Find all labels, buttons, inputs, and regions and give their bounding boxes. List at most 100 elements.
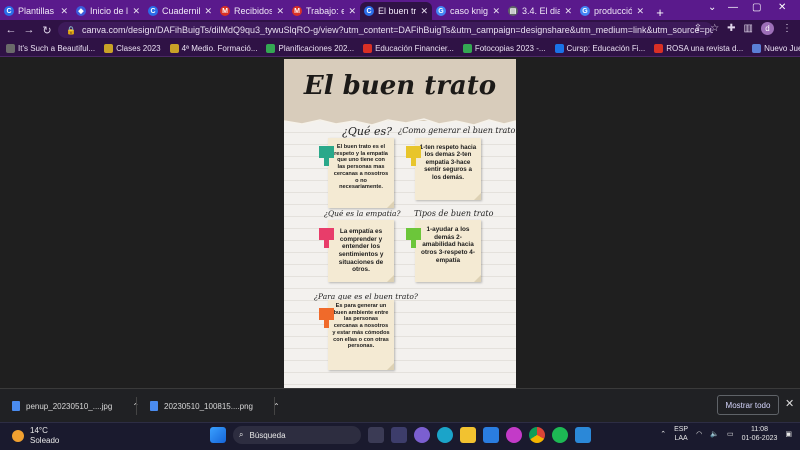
bookmark-item[interactable]: Planificaciones 202...: [266, 43, 354, 53]
bookmark-item[interactable]: It's Such a Beautiful...: [6, 43, 95, 53]
spotify-icon[interactable]: [552, 427, 568, 443]
bookmark-item[interactable]: Cursp: Educación Fi...: [554, 43, 645, 53]
note-text: La empatía es comprender y entender los …: [338, 228, 384, 274]
folder-icon: [169, 43, 179, 53]
show-all-button[interactable]: Mostrar todo: [717, 395, 779, 415]
canva-icon: C: [148, 6, 158, 16]
tab-el-buen-trato[interactable]: C El buen tra✕: [360, 2, 432, 20]
search-label: Búsqueda: [249, 430, 286, 440]
tab-el-diario[interactable]: ▤ 3.4. El diar✕: [504, 2, 576, 20]
canva-icon: C: [4, 6, 14, 16]
close-icon[interactable]: ✕: [564, 6, 572, 17]
weather-widget[interactable]: 14°C Soleado: [12, 426, 59, 447]
close-icon[interactable]: ✕: [276, 6, 284, 17]
extensions-icon[interactable]: ✚: [727, 23, 735, 34]
google-icon: G: [580, 6, 590, 16]
tab-caso-knight[interactable]: Gcaso knigh✕: [432, 2, 504, 20]
tab-trabajo[interactable]: M Trabajo: el ✕: [288, 2, 360, 20]
image-file-icon: [12, 401, 20, 411]
bookmarks-bar: It's Such a Beautiful... Clases 2023 4ª …: [0, 40, 800, 57]
tab-inicio[interactable]: ◆ Inicio de l...✕: [72, 2, 144, 20]
tab-cuadernillo[interactable]: C Cuadernill...✕: [144, 2, 216, 20]
sidepanel-icon[interactable]: ▥: [744, 23, 753, 34]
document-icon: ▤: [508, 6, 518, 16]
mail-icon[interactable]: [483, 427, 499, 443]
sun-icon: [12, 430, 24, 443]
folder-icon: [104, 43, 114, 53]
pushpin-flag-icon: [319, 308, 334, 328]
forward-icon[interactable]: →: [22, 24, 36, 36]
close-icon[interactable]: ✕: [204, 6, 212, 17]
sticky-note: Es para generar un buen ambiente entre l…: [319, 300, 394, 370]
gmail-icon: M: [220, 6, 230, 16]
share-icon[interactable]: ⇪: [694, 23, 702, 34]
canva-icon: C: [364, 6, 374, 16]
bookmark-item[interactable]: 4ª Medio. Formació...: [169, 43, 257, 53]
close-icon[interactable]: ✕: [492, 6, 500, 17]
taskbar-search[interactable]: ⌕ Búsqueda: [233, 426, 361, 444]
reload-icon[interactable]: ↻: [40, 24, 54, 37]
close-icon[interactable]: ✕: [60, 6, 68, 17]
clock[interactable]: 11:08 01-06-2023: [742, 425, 778, 444]
bookmark-star-icon[interactable]: ☆: [710, 23, 719, 34]
tab-title: Recibidos: [234, 6, 273, 16]
folder-icon[interactable]: [460, 427, 476, 443]
tab-recibidos[interactable]: M Recibidos ✕: [216, 2, 288, 20]
edge-icon[interactable]: [437, 427, 453, 443]
download-filename: penup_20230510_....jpg: [26, 401, 113, 411]
close-icon[interactable]: ✕: [348, 6, 356, 17]
toolbar-actions: ⇪ ☆ ✚ ▥ d ⋮: [694, 22, 792, 35]
window-close-icon[interactable]: ✕: [778, 2, 786, 13]
menu-icon[interactable]: ⋮: [782, 23, 792, 34]
pushpin-flag-icon: [319, 146, 334, 166]
slides-icon: [363, 43, 373, 53]
page-curl: [387, 363, 394, 370]
time: 11:08: [750, 426, 768, 433]
pushpin-flag-icon: [406, 228, 421, 248]
battery-icon[interactable]: ▭: [727, 430, 734, 438]
minimize-icon[interactable]: —: [728, 2, 738, 13]
avatar[interactable]: d: [761, 22, 774, 35]
tab-search-icon[interactable]: ⌄: [708, 2, 716, 13]
new-tab-button[interactable]: +: [652, 4, 668, 20]
section-heading: ¿Qué es la empatia?: [324, 209, 401, 218]
course-icon: [554, 43, 564, 53]
bookmark-item[interactable]: ROSA una revista d...: [654, 43, 743, 53]
language-indicator[interactable]: ESP LAA: [674, 425, 688, 444]
close-icon[interactable]: ✕: [636, 6, 644, 17]
image-file-icon: [150, 401, 158, 411]
store-icon[interactable]: [575, 427, 591, 443]
note-text: Es para generar un buen ambiente entre l…: [332, 303, 390, 350]
page-viewport[interactable]: El buen trato ¿Qué es? El buen trato es …: [0, 58, 800, 388]
tab-produccion[interactable]: Gproducció ✕: [576, 2, 648, 20]
bookmark-item[interactable]: Nuevo Juego / Jue...: [752, 43, 800, 53]
close-downloads-icon[interactable]: ✕: [785, 397, 794, 410]
close-icon[interactable]: ✕: [132, 6, 140, 17]
files-icon[interactable]: [391, 427, 407, 443]
address-bar[interactable]: 🔒 canva.com/design/DAFihBuigTs/dilMdQ9qu…: [58, 22, 713, 38]
back-icon[interactable]: ←: [4, 24, 18, 36]
bookmark-item[interactable]: Clases 2023: [104, 43, 161, 53]
chevron-up-icon[interactable]: ⌃: [660, 430, 666, 438]
sticky-note: La empatía es comprender y entender los …: [319, 220, 394, 282]
windows-start-icon[interactable]: [210, 427, 226, 443]
bookmark-item[interactable]: Educación Financier...: [363, 43, 454, 53]
notification-icon[interactable]: ▣: [785, 430, 792, 438]
lock-icon[interactable]: 🔒: [66, 26, 76, 35]
wifi-icon[interactable]: ◠: [696, 430, 702, 438]
download-filename: 20230510_100815....png: [164, 401, 253, 411]
weather-temp: 14°C: [30, 426, 48, 435]
teams-icon[interactable]: [414, 427, 430, 443]
download-item[interactable]: penup_20230510_....jpg ⌃: [12, 401, 139, 411]
maximize-icon[interactable]: ▢: [752, 2, 761, 13]
bookmark-item[interactable]: Fotocopias 2023 -...: [462, 43, 546, 53]
media-icon[interactable]: [506, 427, 522, 443]
tab-plantillas[interactable]: C Plantillas ✕: [0, 2, 72, 20]
tab-title: El buen tra: [378, 6, 417, 16]
volume-icon[interactable]: 🔈: [710, 430, 719, 438]
chrome-icon[interactable]: [529, 427, 545, 443]
close-icon[interactable]: ✕: [420, 6, 428, 17]
tab-title: Cuadernill...: [162, 6, 201, 16]
download-item[interactable]: 20230510_100815....png ⌃: [150, 401, 280, 411]
task-view-icon[interactable]: [368, 427, 384, 443]
